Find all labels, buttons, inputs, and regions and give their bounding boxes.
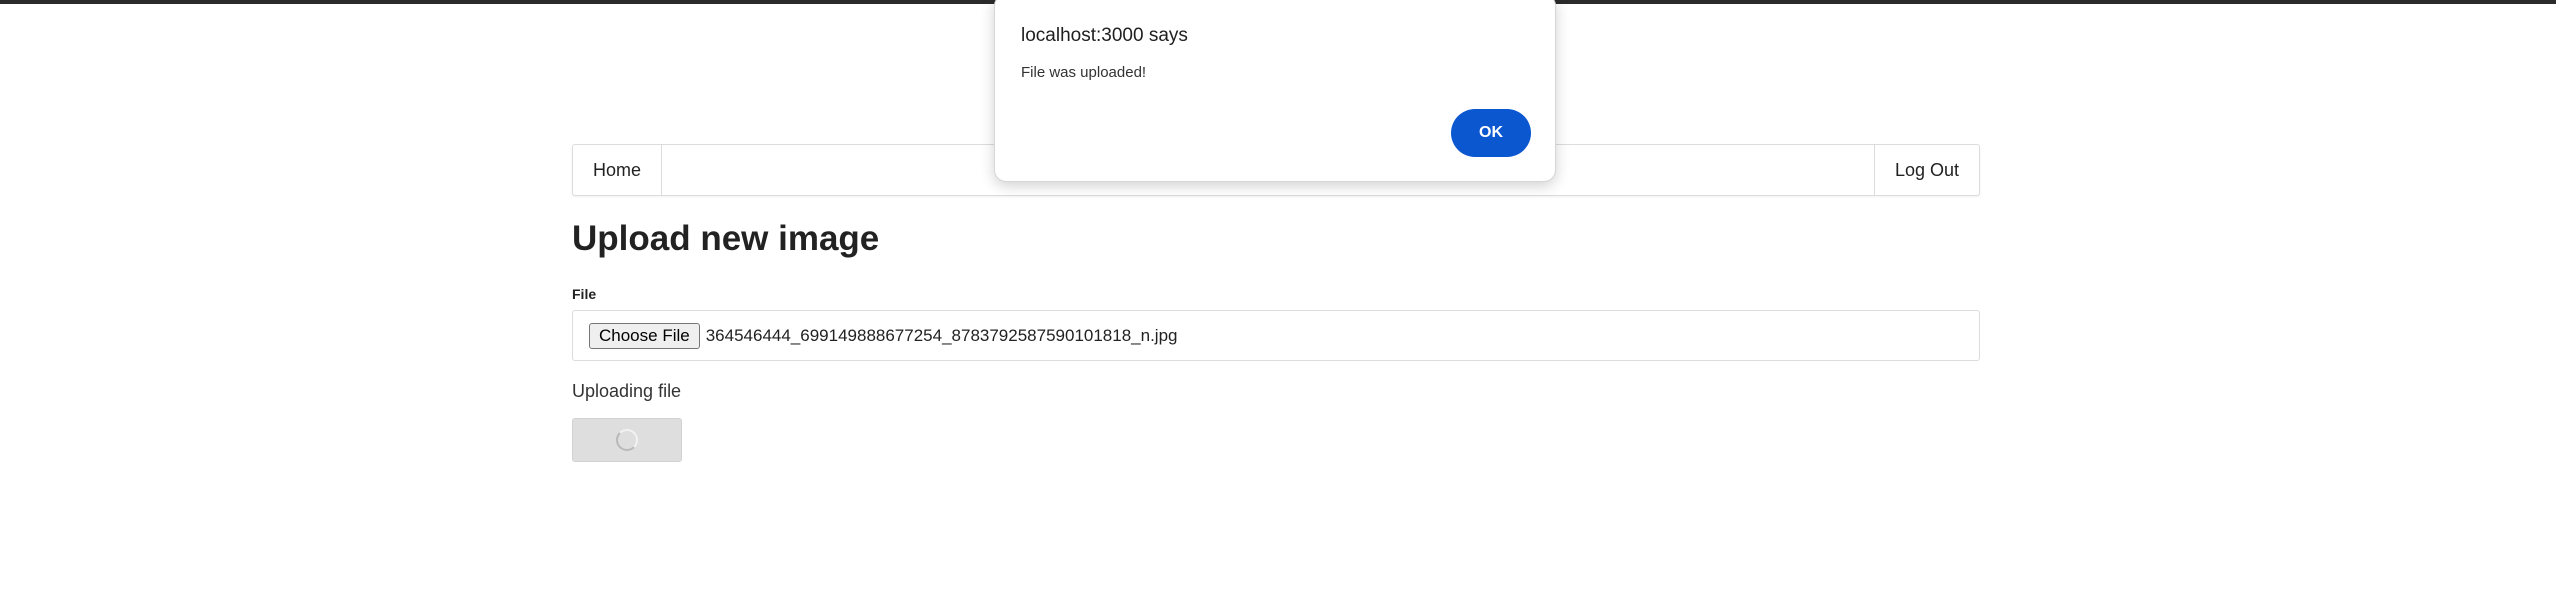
- main-container: Home Log Out Upload new image File Choos…: [572, 144, 1980, 462]
- page-title: Upload new image: [572, 219, 880, 258]
- nav-home-link[interactable]: Home: [573, 145, 663, 195]
- file-input[interactable]: Choose File 364546444_699149888677254_87…: [572, 310, 1980, 361]
- loading-spinner-icon: [616, 429, 638, 451]
- choose-file-button[interactable]: Choose File: [589, 322, 700, 349]
- dialog-ok-button[interactable]: OK: [1451, 109, 1531, 157]
- dialog-message: File was uploaded!: [1021, 64, 1147, 81]
- upload-submit-button: [572, 418, 682, 462]
- dialog-title: localhost:3000 says: [1021, 25, 1188, 46]
- alert-dialog: localhost:3000 says File was uploaded! O…: [994, 0, 1556, 182]
- upload-status-text: Uploading file: [572, 381, 682, 401]
- selected-file-name: 364546444_699149888677254_87837925875901…: [705, 325, 1178, 345]
- file-field-label: File: [572, 286, 597, 302]
- nav-logout-link[interactable]: Log Out: [1873, 145, 1979, 195]
